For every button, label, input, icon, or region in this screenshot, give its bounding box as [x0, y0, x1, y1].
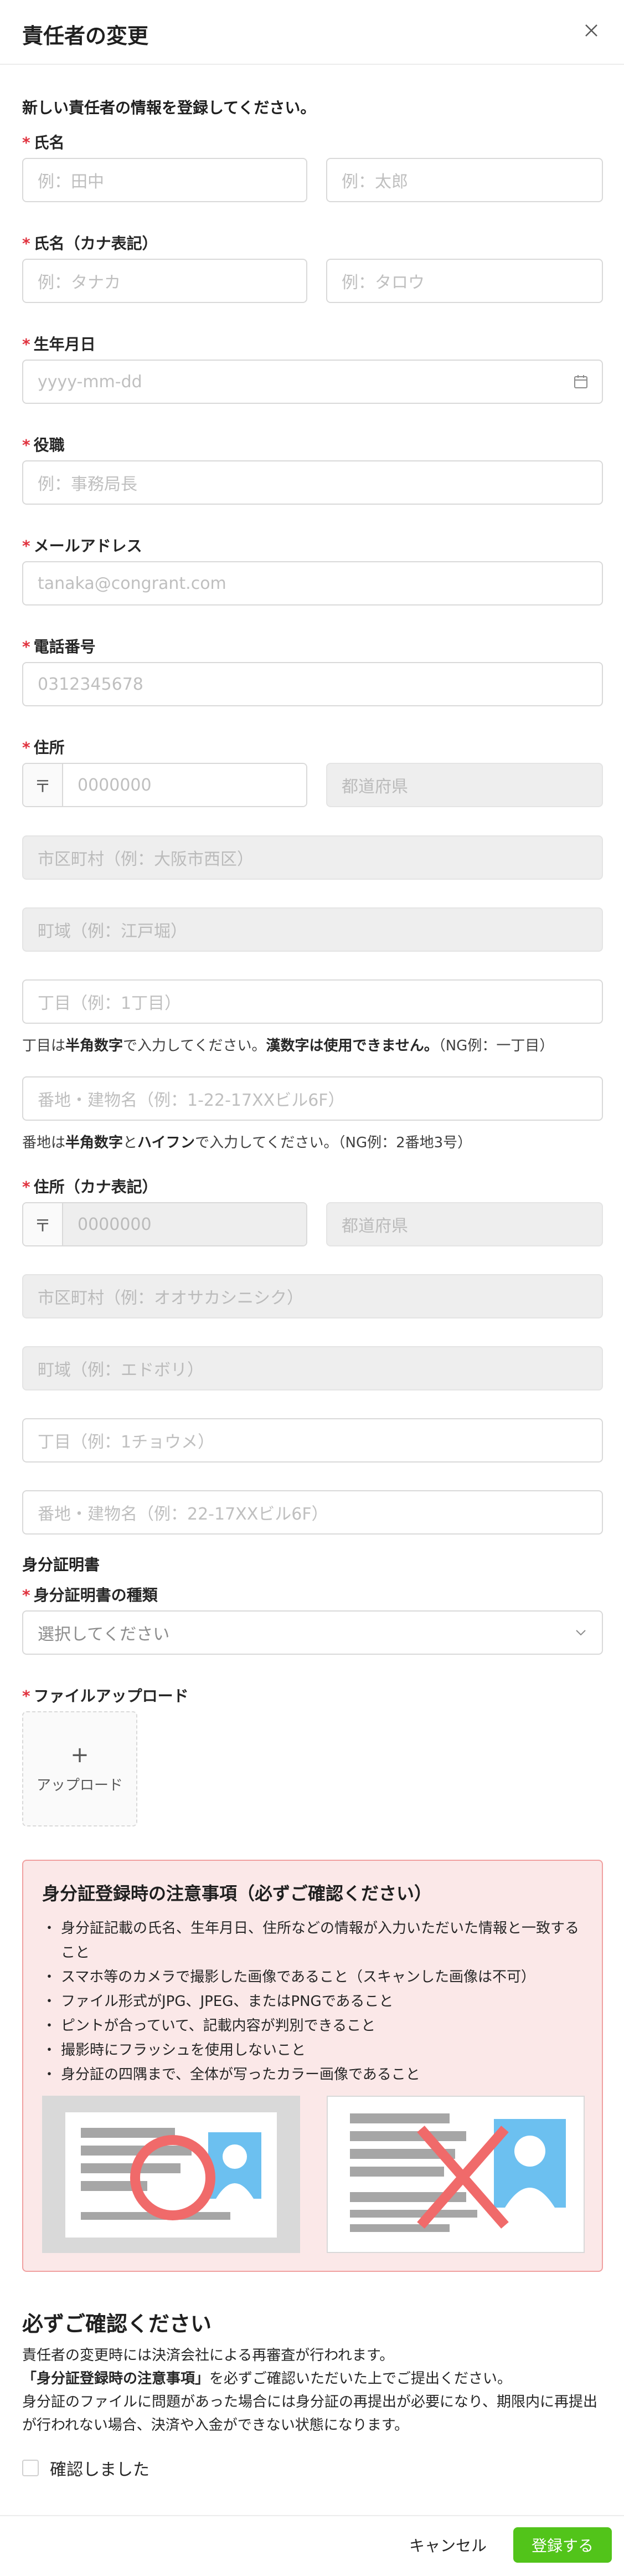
id-type-label: * 身分証明書の種類 — [22, 1586, 158, 1604]
good-example-image — [42, 2096, 300, 2253]
phone-input[interactable]: 0312345678 — [22, 662, 603, 706]
chome-help-text: 丁目は半角数字で入力してください。漢数字は使用できません。（NG例：一丁目） — [22, 1038, 554, 1054]
confirm-line-2: 「身分証登録時の注意事項」を必ずご確認いただいた上でご提出ください。 — [22, 2370, 512, 2387]
close-button[interactable] — [577, 17, 605, 44]
notice-item: 身分証記載の氏名、生年月日、住所などの情報が入力いただいた情報と一致すること — [42, 1916, 590, 1965]
town-input: 町域（例：江戸堀） — [22, 907, 603, 952]
cancel-button[interactable]: キャンセル — [394, 2527, 502, 2563]
zip-prefix: 〒 — [23, 764, 63, 806]
city-kana-input: 市区町村（例：オオサカシニシク） — [22, 1274, 603, 1318]
confirm-checkbox-row[interactable]: 確認しました — [22, 2456, 149, 2480]
id-type-select[interactable]: 選択してください — [22, 1610, 603, 1655]
email-input[interactable]: tanaka@congrant.com — [22, 561, 603, 605]
intro-text: 新しい責任者の情報を登録してください。 — [22, 99, 316, 117]
modal-footer: キャンセル 登録する — [0, 2515, 624, 2576]
last-name-input[interactable]: 例：田中 — [22, 158, 307, 202]
building-input[interactable]: 番地・建物名（例：1-22-17XXビル6F） — [22, 1076, 603, 1121]
building-help-text: 番地は半角数字とハイフンで入力してください。（NG例：2番地3号） — [22, 1135, 472, 1151]
building-kana-input[interactable]: 番地・建物名（例：22-17XXビル6F） — [22, 1490, 603, 1535]
first-name-kana-input[interactable]: 例：タロウ — [326, 259, 603, 303]
zip-field[interactable]: 0000000 — [63, 764, 306, 806]
bad-example-image — [327, 2096, 585, 2253]
chome-kana-input[interactable]: 丁目（例：1チョウメ） — [22, 1418, 603, 1463]
zip-kana-prefix: 〒 — [23, 1203, 63, 1245]
name-kana-label: * 氏名（カナ表記） — [22, 234, 158, 253]
zip-kana-input: 〒 0000000 — [22, 1202, 307, 1246]
chome-input[interactable]: 丁目（例：1丁目） — [22, 979, 603, 1024]
town-kana-input: 町域（例：エドボリ） — [22, 1346, 603, 1390]
address-label: * 住所 — [22, 738, 65, 757]
position-label: * 役職 — [22, 436, 65, 454]
prefecture-input: 都道府県 — [326, 763, 603, 807]
notice-item: ファイル形式がJPG、JPEG、またはPNGであること — [42, 1989, 590, 2014]
upload-button[interactable]: + アップロード — [22, 1711, 137, 1826]
confirm-checkbox-label[interactable]: 確認しました — [50, 2456, 149, 2480]
plus-icon: + — [70, 1742, 89, 1768]
calendar-icon[interactable] — [573, 374, 589, 389]
prefecture-kana-input: 都道府県 — [326, 1202, 603, 1246]
notice-item: 撮影時にフラッシュを使用しないこと — [42, 2038, 590, 2062]
first-name-input[interactable]: 例：太郎 — [326, 158, 603, 202]
birthdate-label: * 生年月日 — [22, 335, 96, 353]
zip-input[interactable]: 〒 0000000 — [22, 763, 307, 807]
chevron-down-icon — [576, 1630, 586, 1636]
birthdate-input[interactable]: yyyy-mm-dd — [22, 360, 603, 404]
position-input[interactable]: 例：事務局長 — [22, 460, 603, 505]
close-icon — [585, 24, 597, 37]
notice-item: ピントが合っていて、記載内容が判別できること — [42, 2014, 590, 2038]
upload-label: * ファイルアップロード — [22, 1687, 189, 1705]
address-kana-label: * 住所（カナ表記） — [22, 1178, 158, 1196]
confirm-checkbox[interactable] — [22, 2460, 39, 2476]
notice-list: 身分証記載の氏名、生年月日、住所などの情報が入力いただいた情報と一致すること ス… — [42, 1916, 590, 2087]
city-input: 市区町村（例：大阪市西区） — [22, 835, 603, 880]
last-name-kana-input[interactable]: 例：タナカ — [22, 259, 307, 303]
id-section-title: 身分証明書 — [22, 1556, 100, 1574]
email-label: * メールアドレス — [22, 537, 142, 555]
confirm-line-3: 身分証のファイルに問題があった場合には身分証の再提出が必要になり、期限内に再提出… — [22, 2394, 597, 2434]
notice-title: 身分証登録時の注意事項（必ずご確認ください） — [42, 1883, 432, 1904]
notice-item: スマホ等のカメラで撮影した画像であること（スキャンした画像は不可） — [42, 1965, 590, 1989]
upload-button-label: アップロード — [36, 1777, 123, 1794]
submit-button[interactable]: 登録する — [513, 2527, 612, 2563]
zip-kana-field: 0000000 — [63, 1203, 306, 1245]
phone-label: * 電話番号 — [22, 638, 96, 656]
confirm-line-1: 責任者の変更時には決済会社による再審査が行われます。 — [22, 2347, 394, 2364]
modal-title: 責任者の変更 — [22, 24, 149, 48]
confirm-text: 責任者の変更時には決済会社による再審査が行われます。 「身分証登録時の注意事項」… — [22, 2344, 603, 2437]
modal-header: 責任者の変更 — [0, 0, 624, 65]
notice-item: 身分証の四隅まで、全体が写ったカラー画像であること — [42, 2062, 590, 2087]
id-notice-box: 身分証登録時の注意事項（必ずご確認ください） 身分証記載の氏名、生年月日、住所な… — [22, 1860, 603, 2272]
name-label: * 氏名 — [22, 134, 65, 152]
confirm-title: 必ずご確認ください — [22, 2312, 212, 2336]
